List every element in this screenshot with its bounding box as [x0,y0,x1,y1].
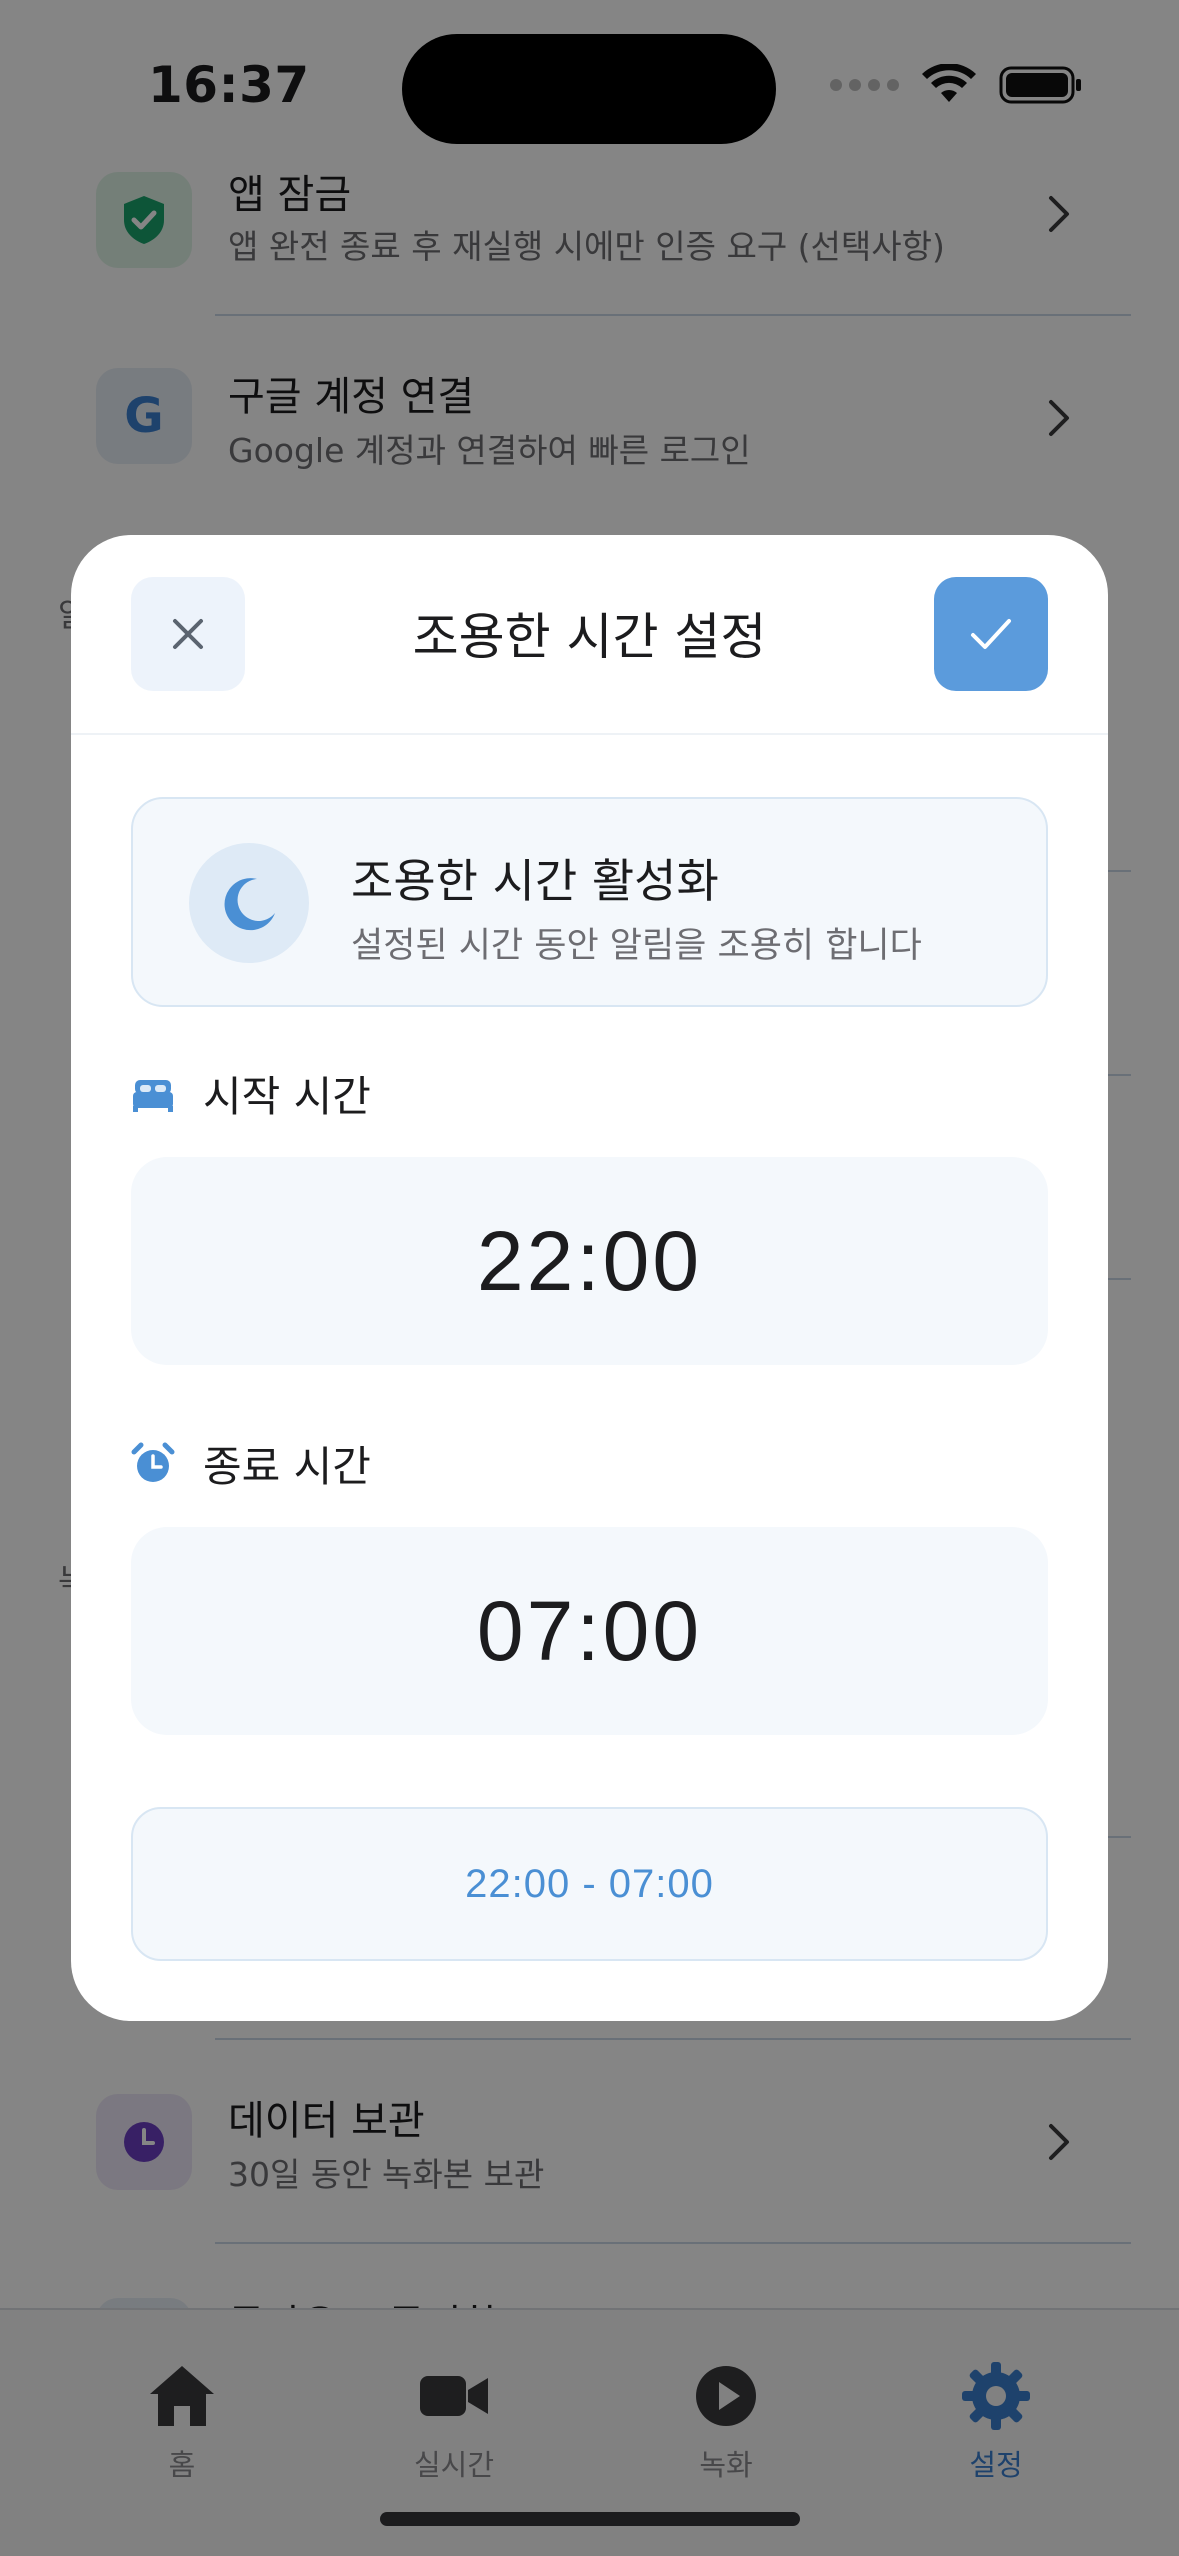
time-range-summary: 22:00 - 07:00 [131,1807,1048,1961]
checkmark-icon [971,619,1011,649]
end-time-label: 종료 시간 [131,1433,371,1494]
end-time-picker[interactable]: 07:00 [131,1527,1048,1735]
quiet-hours-modal: 조용한 시간 설정 조용한 시간 활성화 설정된 시간 동안 알림을 조용히 합… [71,535,1108,2021]
start-time-picker[interactable]: 22:00 [131,1157,1048,1365]
moon-icon [189,843,309,963]
bed-icon [133,1079,173,1112]
start-time-value: 22:00 [476,1213,703,1308]
toggle-subtitle: 설정된 시간 동안 알림을 조용히 합니다 [351,926,922,966]
time-range-text: 22:00 - 07:00 [465,1861,714,1906]
start-time-label: 시작 시간 [131,1063,371,1124]
confirm-button[interactable] [934,577,1048,691]
alarm-clock-icon [131,1442,175,1482]
modal-header: 조용한 시간 설정 [71,535,1108,735]
quiet-hours-toggle-card[interactable]: 조용한 시간 활성화 설정된 시간 동안 알림을 조용히 합니다 [131,797,1048,1007]
toggle-title: 조용한 시간 활성화 [351,854,719,908]
home-indicator [380,2512,800,2526]
end-time-label-text: 종료 시간 [203,1442,371,1491]
start-time-label-text: 시작 시간 [203,1072,371,1121]
end-time-value: 07:00 [476,1583,703,1678]
